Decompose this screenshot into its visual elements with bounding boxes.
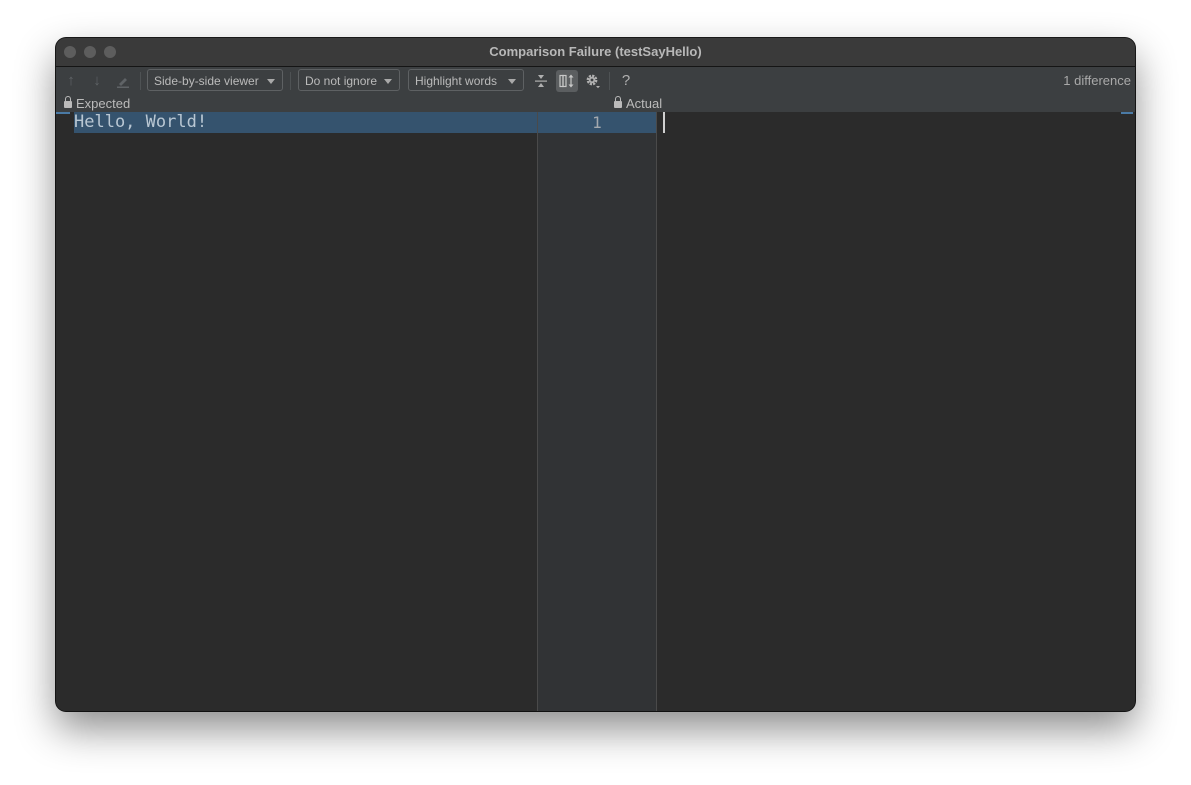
diff-marker-left bbox=[56, 112, 70, 114]
window-title: Comparison Failure (testSayHello) bbox=[489, 44, 702, 59]
collapse-unchanged-icon[interactable] bbox=[530, 70, 552, 92]
pencil-icon[interactable] bbox=[113, 71, 133, 91]
pane-header-bar: Expected Actual bbox=[56, 95, 1135, 112]
chevron-down-icon bbox=[267, 79, 275, 84]
help-button[interactable]: ? bbox=[615, 70, 637, 92]
lock-icon bbox=[614, 96, 622, 108]
arrow-up-icon[interactable]: ↑ bbox=[61, 71, 81, 91]
actual-editor[interactable] bbox=[657, 112, 1135, 711]
line-number: 1 bbox=[592, 113, 602, 132]
difference-count: 1 difference bbox=[1063, 73, 1131, 88]
expected-editor[interactable]: Hello, World! bbox=[56, 112, 537, 711]
text-cursor bbox=[663, 112, 665, 133]
arrow-down-icon[interactable]: ↓ bbox=[87, 71, 107, 91]
toolbar-separator bbox=[290, 72, 291, 90]
line-number-gutter: 1 bbox=[537, 112, 657, 711]
chevron-down-icon bbox=[384, 79, 392, 84]
sync-scroll-icon[interactable] bbox=[556, 70, 578, 92]
ignore-dropdown-label: Do not ignore bbox=[305, 74, 378, 88]
highlight-dropdown-label: Highlight words bbox=[415, 74, 498, 88]
code-line[interactable]: Hello, World! bbox=[74, 112, 207, 133]
viewer-dropdown[interactable]: Side-by-side viewer bbox=[147, 69, 283, 91]
toolbar-separator bbox=[609, 72, 610, 90]
gear-icon[interactable] bbox=[582, 70, 604, 92]
chevron-down-icon bbox=[508, 79, 516, 84]
title-bar: Comparison Failure (testSayHello) bbox=[56, 38, 1135, 67]
highlight-dropdown[interactable]: Highlight words bbox=[408, 69, 524, 91]
comparison-failure-window: Comparison Failure (testSayHello) ↑ ↓ Si… bbox=[56, 38, 1135, 711]
expected-pane-label: Expected bbox=[64, 95, 130, 112]
lock-icon bbox=[64, 96, 72, 108]
ignore-dropdown[interactable]: Do not ignore bbox=[298, 69, 400, 91]
actual-pane-label: Actual bbox=[614, 95, 662, 112]
diff-toolbar: ↑ ↓ Side-by-side viewer Do not ignore Hi… bbox=[56, 67, 1135, 95]
diff-marker-right bbox=[1121, 112, 1133, 114]
viewer-dropdown-label: Side-by-side viewer bbox=[154, 74, 259, 88]
toolbar-separator bbox=[140, 72, 141, 90]
